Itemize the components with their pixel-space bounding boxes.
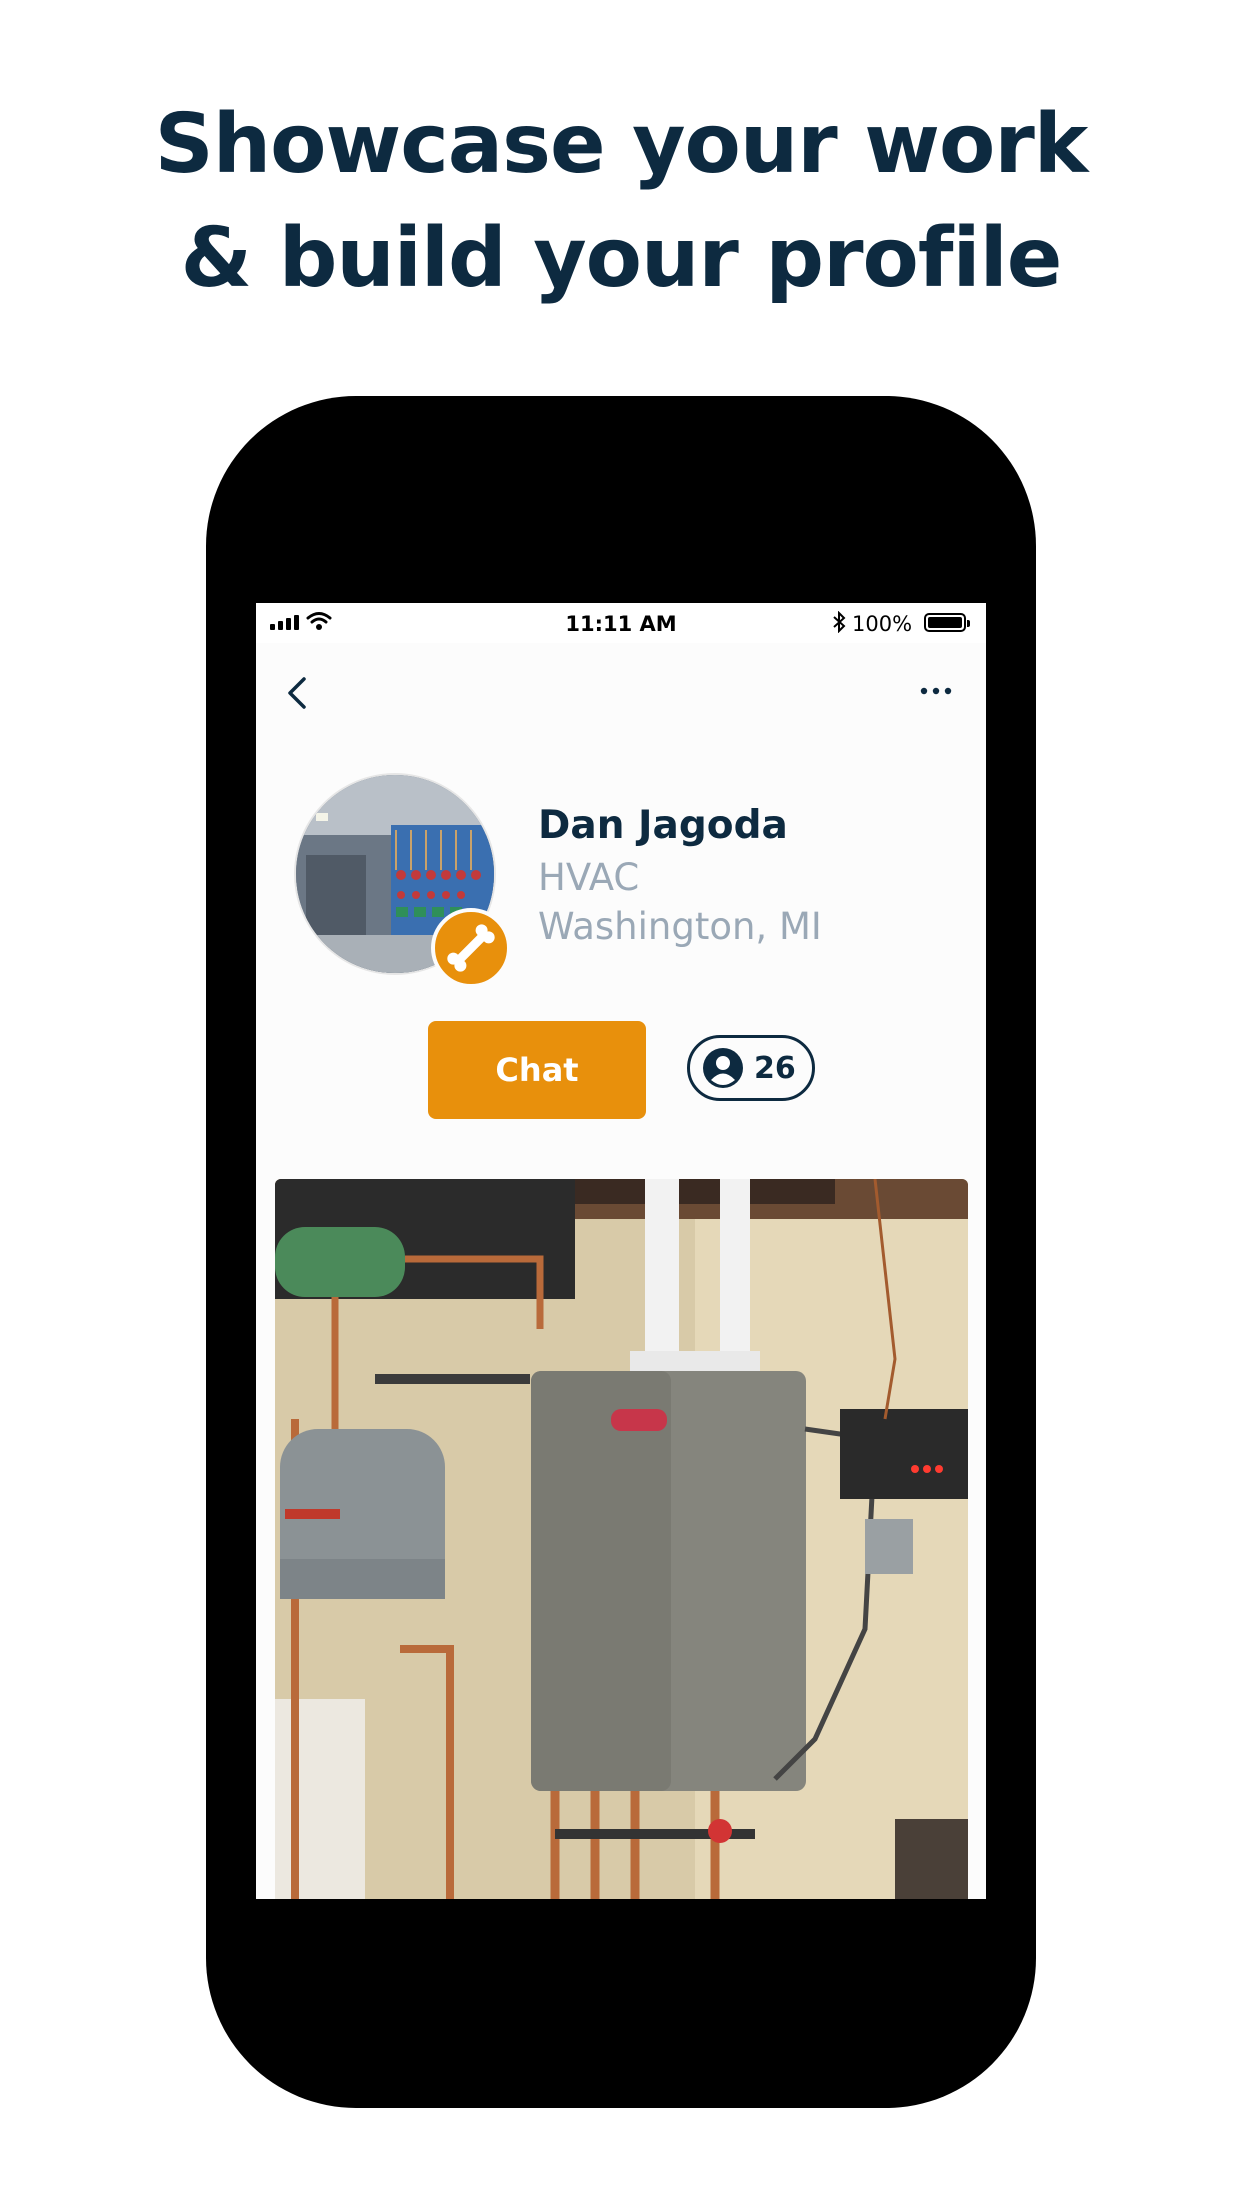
work-photo[interactable] (275, 1179, 968, 1899)
profile-name: Dan Jagoda (538, 803, 788, 848)
nav-bar (256, 661, 986, 721)
trade-badge (431, 908, 511, 988)
back-chevron-icon[interactable] (280, 673, 316, 713)
person-circle-icon (703, 1048, 743, 1088)
followers-count: 26 (754, 1050, 796, 1086)
battery-icon (924, 613, 970, 632)
more-options-icon[interactable] (916, 681, 956, 701)
bluetooth-icon (833, 611, 846, 633)
phone-screen: 11:11 AM 100% Dan Jagoda HVAC Washington… (256, 603, 986, 1899)
chat-button[interactable]: Chat (428, 1021, 646, 1119)
followers-button[interactable]: 26 (687, 1035, 815, 1101)
wrench-icon (447, 924, 495, 972)
battery-percent: 100% (852, 612, 913, 636)
work-photo-image (275, 1179, 968, 1899)
profile-trade: HVAC (538, 856, 640, 899)
headline-line-2: & build your profile (180, 211, 1063, 306)
headline: Showcase your work & build your profile (0, 88, 1242, 316)
headline-line-1: Showcase your work (154, 97, 1089, 192)
status-bar: 11:11 AM 100% (256, 603, 986, 643)
profile-location: Washington, MI (538, 905, 822, 948)
